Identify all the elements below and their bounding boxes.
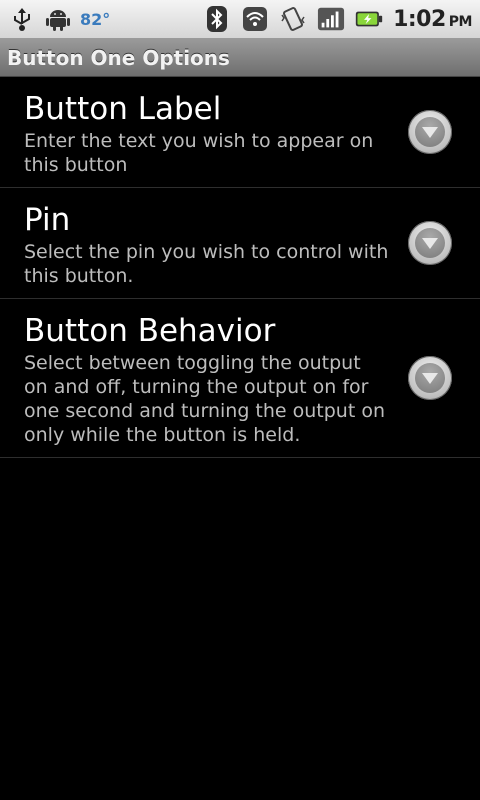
battery-charging-icon (355, 5, 383, 33)
pref-pin[interactable]: Pin Select the pin you wish to control w… (0, 188, 480, 299)
signal-icon (317, 5, 345, 33)
bluetooth-icon (203, 5, 231, 33)
temperature-text: 82° (80, 9, 111, 29)
pref-summary: Select between toggling the output on an… (24, 352, 386, 446)
dropdown-arrow-icon[interactable] (408, 110, 452, 154)
clock-ampm: PM (448, 13, 473, 30)
dropdown-arrow-icon[interactable] (408, 356, 452, 400)
status-bar: 82° 1:02 PM (0, 0, 480, 39)
wifi-icon (241, 5, 269, 33)
pref-title: Pin (24, 202, 71, 238)
pref-summary: Select the pin you wish to control with … (24, 241, 389, 287)
preference-list: Button Label Enter the text you wish to … (0, 77, 480, 458)
pref-summary: Enter the text you wish to appear on thi… (24, 130, 374, 176)
clock: 1:02 PM (393, 7, 472, 32)
pref-button-label[interactable]: Button Label Enter the text you wish to … (0, 77, 480, 188)
vibrate-icon (279, 5, 307, 33)
usb-icon (8, 5, 36, 33)
title-bar: Button One Options (0, 39, 480, 77)
dropdown-arrow-icon[interactable] (408, 221, 452, 265)
pref-title: Button Behavior (24, 313, 276, 349)
page-title: Button One Options (7, 45, 230, 70)
pref-button-behavior[interactable]: Button Behavior Select between toggling … (0, 299, 480, 458)
pref-title: Button Label (24, 91, 222, 127)
clock-time: 1:02 (393, 6, 446, 32)
android-icon (44, 5, 72, 33)
